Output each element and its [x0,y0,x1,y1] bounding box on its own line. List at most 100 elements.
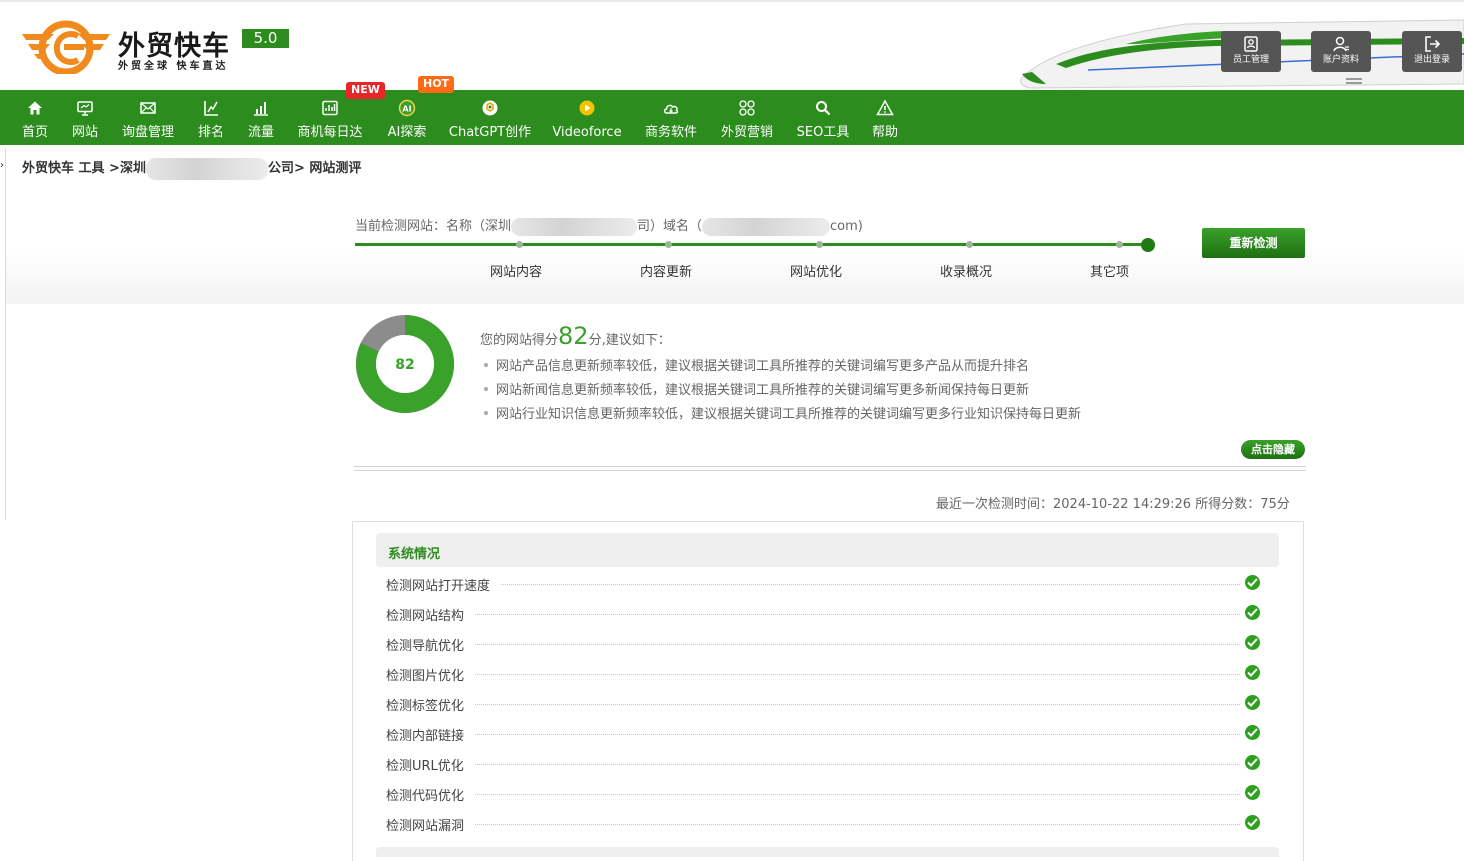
logout-label: 退出登录 [1413,55,1450,65]
logo-icon [22,20,110,74]
nav-item-seo-tools[interactable]: SEO工具 [792,90,854,145]
check-row: 检测标签优化 [386,691,1266,715]
step-indexing[interactable]: 收录概况 [940,261,992,280]
nav-item-help[interactable]: 帮助 [866,90,904,145]
bar-chart-icon [254,102,268,116]
breadcrumb-tools-link[interactable]: 外贸快车 工具 > [22,161,120,176]
progress-dot [816,241,823,248]
staff-management-label: 员工管理 [1232,55,1269,65]
check-label: 检测标签优化 [386,695,475,714]
score-heading: 您的网站得分82分,建议如下： [480,322,671,350]
breadcrumb: 外贸快车 工具 >深圳 公司> 网站测评 [22,157,361,180]
ai-icon: AI [398,99,416,117]
check-row: 检测网站打开速度 [386,571,1266,595]
nav-item-home[interactable]: 首页 [14,90,56,145]
hide-advice-button[interactable]: 点击隐藏 [1241,440,1305,459]
nav-label-chatgpt: ChatGPT创作 [448,125,532,140]
nav-item-videoforce[interactable]: Videoforce [550,90,624,145]
score-donut: 82 [356,315,454,413]
main-nav: 首页 网站 询盘管理 排名 流量 商机每日达 AI AI探索 ChatGPT创作… [0,90,1464,145]
progress-dot [665,241,672,248]
check-row: 检测网站漏洞 [386,811,1266,835]
check-ok-icon [1245,725,1260,740]
chatgpt-icon [482,100,498,116]
nav-item-marketing[interactable]: 外贸营销 [716,90,778,145]
staff-icon [1221,31,1281,55]
nav-label-home: 首页 [21,125,48,140]
check-ok-icon [1245,635,1260,650]
check-ok-icon [1245,815,1260,830]
nav-label-business-software: 商务软件 [644,125,697,140]
redacted-domain [702,217,831,236]
nav-label-help: 帮助 [871,125,898,140]
grid-icon [739,100,755,116]
score-value: 82 [558,322,589,350]
nav-item-business-software[interactable]: 商务软件 [640,90,702,145]
check-label: 检测网站漏洞 [386,815,475,834]
current-site-mid: 司）域名（ [637,219,703,234]
advice-item: 网站行业知识信息更新频率较低，建议根据关键词工具所推荐的关键词编写更多行业知识保… [484,403,1081,422]
advice-item: 网站产品信息更新频率较低，建议根据关键词工具所推荐的关键词编写更多产品从而提升排… [484,355,1029,374]
chevron-right-icon[interactable]: › [0,160,4,171]
home-icon [28,101,42,115]
version-badge: 5.0 [242,29,289,48]
current-site-info: 当前检测网站：名称（深圳 司）域名（ com) [355,215,863,236]
nav-label-traffic: 流量 [247,125,274,140]
staff-management-button[interactable]: 员工管理 [1221,31,1281,72]
nav-item-website[interactable]: 网站 [64,90,106,145]
account-info-label: 账户资料 [1322,55,1359,65]
chart-box-icon [322,100,338,116]
recheck-button[interactable]: 重新检测 [1202,228,1305,258]
system-panel-header [376,533,1279,567]
score-head-prefix: 您的网站得分 [480,333,559,348]
check-row: 检测URL优化 [386,751,1266,775]
cloud-icon [663,104,679,114]
hot-badge: HOT [418,76,455,93]
check-label: 检测代码优化 [386,785,475,804]
mail-icon [140,102,156,114]
donut-score-text: 82 [395,357,414,373]
check-row: 检测内部链接 [386,721,1266,745]
check-ok-icon [1245,665,1260,680]
check-label: 检测URL优化 [386,755,474,774]
nav-label-seo-tools: SEO工具 [796,125,850,140]
check-label: 检测导航优化 [386,635,475,654]
logout-icon [1402,31,1462,55]
breadcrumb-company-link[interactable]: 深圳 [120,161,146,176]
check-ok-icon [1245,605,1260,620]
nav-item-inquiry[interactable]: 询盘管理 [118,90,178,145]
nav-item-ranking[interactable]: 排名 [190,90,232,145]
check-label: 检测网站结构 [386,605,475,624]
logout-button[interactable]: 退出登录 [1402,31,1462,72]
video-icon [579,100,595,116]
nav-item-chatgpt[interactable]: ChatGPT创作 [446,90,534,145]
check-ok-icon [1245,575,1260,590]
system-panel-title: 系统情况 [388,547,441,562]
step-update[interactable]: 内容更新 [640,261,692,280]
step-other[interactable]: 其它项 [1090,261,1129,280]
step-optimization[interactable]: 网站优化 [790,261,842,280]
redacted-company-name [145,157,268,180]
search-icon [816,101,831,116]
next-panel-header [376,847,1279,857]
nav-label-ranking: 排名 [197,125,224,140]
nav-label-marketing: 外贸营销 [720,125,773,140]
check-label: 检测内部链接 [386,725,475,744]
breadcrumb-company-suffix[interactable]: 公司> [268,161,305,176]
nav-label-website: 网站 [71,125,98,140]
check-row: 检测图片优化 [386,661,1266,685]
check-ok-icon [1245,695,1260,710]
check-ok-icon [1245,785,1260,800]
nav-label-daily-business: 商机每日达 [297,125,363,140]
account-info-button[interactable]: 账户资料 [1311,31,1371,72]
nav-item-ai-explore[interactable]: AI AI探索 [382,90,432,145]
nav-item-traffic[interactable]: 流量 [240,90,282,145]
check-label: 检测网站打开速度 [386,575,501,594]
current-site-suffix: com) [830,219,863,234]
monitor-icon [77,101,93,116]
nav-label-ai-explore: AI探索 [387,125,427,140]
divider [354,470,1306,471]
step-content[interactable]: 网站内容 [490,261,542,280]
nav-label-inquiry: 询盘管理 [121,125,174,140]
current-site-prefix: 当前检测网站：名称（深圳 [355,219,512,234]
